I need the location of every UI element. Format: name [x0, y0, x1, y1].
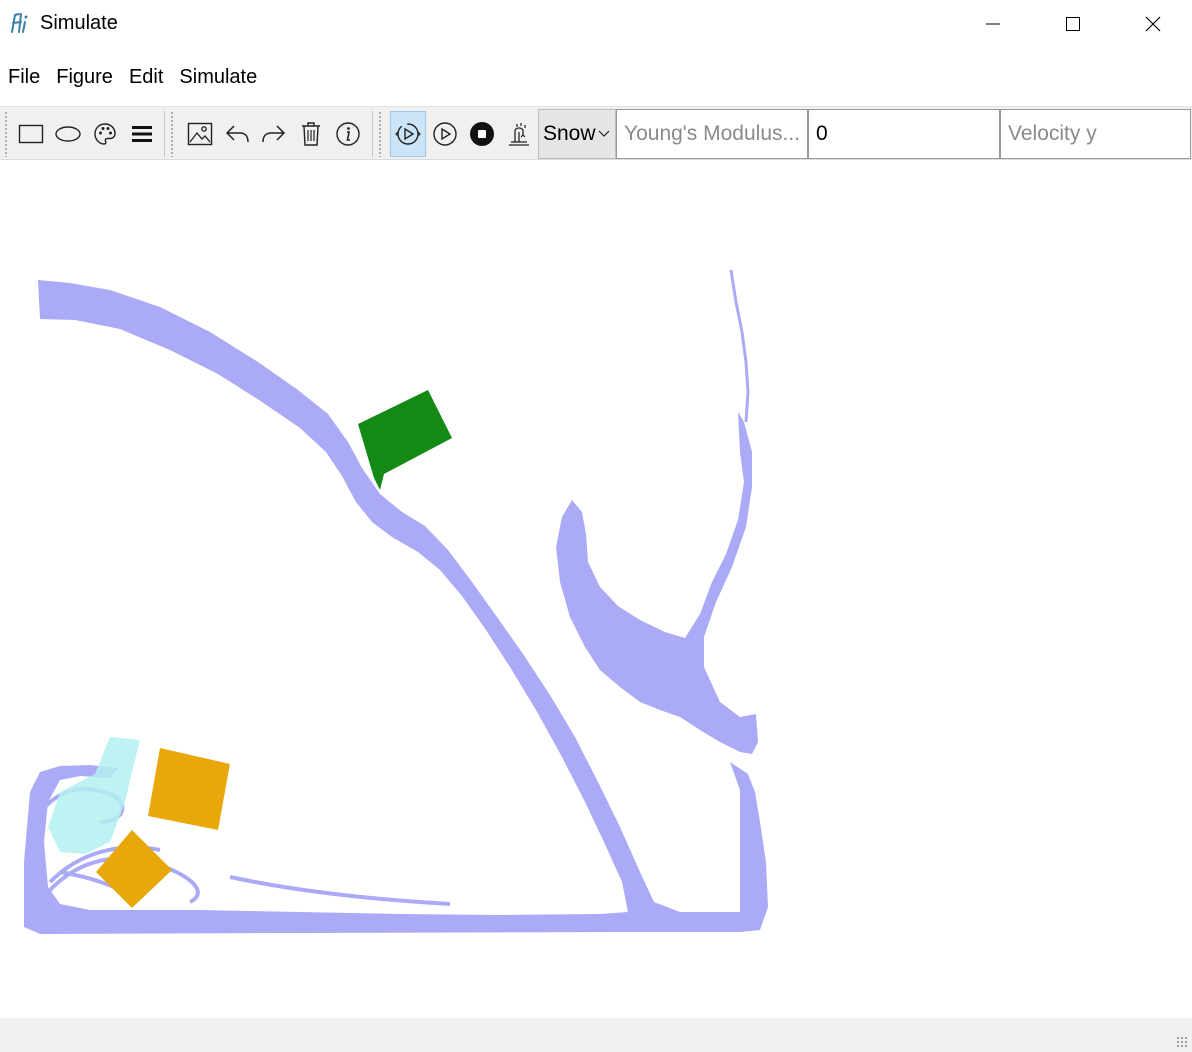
ellipse-icon	[55, 126, 81, 142]
status-bar	[0, 1018, 1192, 1052]
menu-icon	[132, 126, 152, 142]
toolbar-separator	[164, 111, 165, 157]
insert-image-button[interactable]	[182, 111, 218, 157]
toolbar-separator	[372, 111, 373, 157]
velocity-y-input[interactable]: Velocity y	[1000, 109, 1191, 159]
orange-block-upper	[148, 748, 230, 830]
emitter-icon	[509, 123, 529, 146]
emitter-button[interactable]	[501, 111, 537, 157]
play-icon	[433, 122, 457, 146]
fluid-filament	[729, 269, 750, 423]
undo-icon	[225, 125, 249, 143]
parameter-value-input[interactable]: 0	[808, 109, 1000, 159]
redo-button[interactable]	[256, 111, 292, 157]
simulation-canvas[interactable]	[0, 162, 1192, 1018]
maximize-button[interactable]	[1033, 0, 1113, 48]
resize-grip-icon[interactable]	[1176, 1036, 1188, 1048]
undo-button[interactable]	[219, 111, 255, 157]
stop-icon	[470, 122, 494, 146]
info-icon	[336, 122, 360, 146]
menu-file[interactable]: File	[0, 60, 48, 96]
menu-simulate[interactable]: Simulate	[171, 60, 265, 96]
info-button[interactable]	[330, 111, 366, 157]
toolbar-grip[interactable]	[170, 111, 174, 157]
chevron-down-icon	[598, 127, 610, 141]
play-button[interactable]	[427, 111, 463, 157]
youngs-modulus-input[interactable]: Young's Modulus...	[616, 109, 808, 159]
window-title: Simulate	[40, 12, 118, 34]
palette-icon	[94, 123, 116, 145]
menu-lines-button[interactable]	[124, 111, 160, 157]
ellipse-tool-button[interactable]	[50, 111, 86, 157]
rectangle-icon	[18, 124, 44, 144]
green-block	[358, 390, 452, 490]
close-icon	[1145, 16, 1161, 32]
fluid-right-plume	[556, 412, 758, 754]
menu-bar: File Figure Edit Simulate	[0, 60, 265, 96]
app-logo-icon	[8, 10, 34, 36]
cyan-particle-cluster	[48, 737, 140, 854]
color-palette-button[interactable]	[87, 111, 123, 157]
step-simulation-button[interactable]	[390, 111, 426, 157]
menu-figure[interactable]: Figure	[48, 60, 121, 96]
delete-button[interactable]	[293, 111, 329, 157]
material-select-value: Snow	[543, 122, 596, 145]
stop-button[interactable]	[464, 111, 500, 157]
menu-edit[interactable]: Edit	[121, 60, 171, 96]
simulation-view	[24, 269, 768, 934]
toolbar-grip[interactable]	[4, 111, 8, 157]
title-bar: Simulate	[0, 0, 1192, 48]
material-select[interactable]: Snow	[538, 109, 616, 159]
minimize-icon	[986, 23, 1000, 25]
step-play-icon	[395, 123, 421, 145]
rectangle-tool-button[interactable]	[13, 111, 49, 157]
toolbar: Snow Young's Modulus... 0 Velocity y	[0, 106, 1192, 160]
close-button[interactable]	[1113, 0, 1192, 48]
toolbar-grip[interactable]	[378, 111, 382, 157]
redo-icon	[262, 125, 286, 143]
maximize-icon	[1066, 17, 1080, 31]
image-icon	[187, 122, 213, 146]
trash-icon	[302, 122, 320, 146]
minimize-button[interactable]	[953, 0, 1033, 48]
